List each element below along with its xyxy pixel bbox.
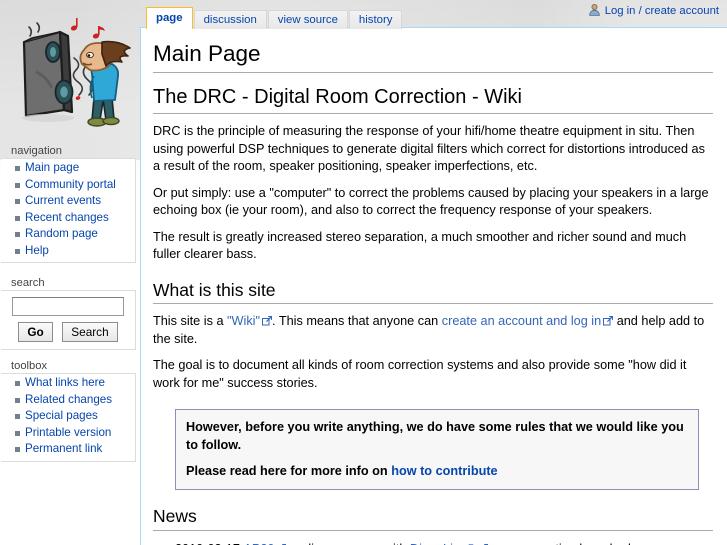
navigation-body: Main page Community portal Current event…	[1, 158, 136, 263]
toolbox-item-related-changes[interactable]: Related changes	[15, 392, 135, 409]
toolbox-item-special-pages[interactable]: Special pages	[15, 408, 135, 425]
search-heading: search	[11, 277, 45, 289]
nav-item-random-page[interactable]: Random page	[15, 226, 135, 243]
page-title: Main Page	[153, 40, 713, 74]
nav-link-current-events[interactable]: Current events	[25, 194, 101, 207]
text-fragment: Please read here for more info on	[186, 464, 392, 479]
wiki-external-link[interactable]: "Wiki"	[227, 314, 260, 328]
navigation-heading: navigation	[11, 145, 63, 157]
log-in-create-account-link[interactable]: Log in / create account	[605, 5, 719, 17]
nav-item-community-portal[interactable]: Community portal	[15, 177, 135, 194]
toolbox-heading: toolbox	[11, 360, 48, 372]
intro-paragraph-3: The result is greatly increased stereo s…	[153, 229, 687, 262]
nav-item-help[interactable]: Help	[15, 243, 135, 260]
news-item: 2010-03-17 AP20 audio processor with Dir…	[175, 540, 713, 545]
toolbox-item-what-links-here[interactable]: What links here	[15, 375, 135, 392]
intro-paragraph-1: DRC is the principle of measuring the re…	[153, 124, 705, 174]
what-is-this-site-paragraph: This site is a "Wiki" . This means that a…	[153, 313, 713, 348]
toolbox-link-printable-version[interactable]: Printable version	[25, 426, 111, 439]
toolbox-link-special-pages[interactable]: Special pages	[25, 409, 98, 422]
site-logo[interactable]	[2, 2, 138, 138]
nav-item-current-events[interactable]: Current events	[15, 193, 135, 210]
personal-tools: Log in / create account	[588, 3, 719, 19]
intro-paragraph-2: Or put simply: use a "computer" to corre…	[153, 185, 709, 218]
notice-line-2: Please read here for more info on how to…	[186, 462, 688, 480]
navigation-portlet: navigation Main page Community portal Cu…	[0, 145, 136, 263]
external-link-icon	[276, 541, 287, 545]
create-account-external-link[interactable]: create an account and log in	[442, 314, 601, 328]
toolbox-item-printable-version[interactable]: Printable version	[15, 425, 135, 442]
nav-link-main-page[interactable]: Main page	[25, 161, 79, 174]
site-title-heading: The DRC - Digital Room Correction - Wiki	[153, 84, 713, 115]
nav-link-help[interactable]: Help	[25, 244, 49, 257]
rules-notice-box: However, before you write anything, we d…	[175, 409, 699, 491]
notice-line-1: However, before you write anything, we d…	[186, 420, 684, 453]
sidebar: navigation Main page Community portal Cu…	[0, 0, 140, 545]
news-heading: News	[153, 505, 713, 532]
search-portlet: search	[0, 277, 136, 350]
search-button[interactable]	[62, 322, 118, 342]
toolbox-link-what-links-here[interactable]: What links here	[25, 376, 105, 389]
toolbox-portlet: toolbox What links here Related changes …	[0, 360, 136, 462]
tab-history[interactable]: history	[348, 10, 403, 29]
user-avatar-icon	[588, 3, 601, 19]
text-fragment: . This means that anyone can	[272, 314, 442, 329]
nav-link-random-page[interactable]: Random page	[25, 227, 98, 240]
external-link-icon	[603, 314, 614, 326]
goal-paragraph: The goal is to document all kinds of roo…	[153, 358, 687, 390]
content-area: Main Page The DRC - Digital Room Correct…	[140, 27, 727, 545]
nav-item-recent-changes[interactable]: Recent changes	[15, 210, 135, 227]
nav-link-recent-changes[interactable]: Recent changes	[25, 211, 109, 224]
toolbox-item-permanent-link[interactable]: Permanent link	[15, 441, 135, 458]
how-to-contribute-link[interactable]: how to contribute	[391, 464, 497, 478]
external-link-icon	[262, 314, 273, 326]
go-button[interactable]	[18, 322, 53, 342]
nav-item-main-page[interactable]: Main page	[15, 160, 135, 177]
text-fragment: This site is a	[153, 314, 228, 329]
toolbox-body: What links here Related changes Special …	[1, 373, 136, 462]
nav-link-community-portal[interactable]: Community portal	[25, 178, 116, 191]
tab-page[interactable]: page	[146, 7, 193, 29]
wiki-page: Main Page The DRC - Digital Room Correct…	[0, 0, 727, 545]
toolbox-link-related-changes[interactable]: Related changes	[25, 393, 112, 406]
search-body	[1, 290, 136, 350]
page-tabs: page discussion view source history	[146, 7, 403, 29]
external-link-icon	[478, 541, 488, 545]
search-input[interactable]	[12, 297, 124, 316]
search-buttons	[1, 322, 135, 342]
what-is-this-site-heading: What is this site	[153, 279, 713, 305]
tab-discussion[interactable]: discussion	[193, 10, 267, 29]
news-list: 2010-03-17 AP20 audio processor with Dir…	[153, 540, 713, 545]
tab-view-source[interactable]: view source	[267, 10, 348, 29]
toolbox-link-permanent-link[interactable]: Permanent link	[25, 442, 102, 455]
